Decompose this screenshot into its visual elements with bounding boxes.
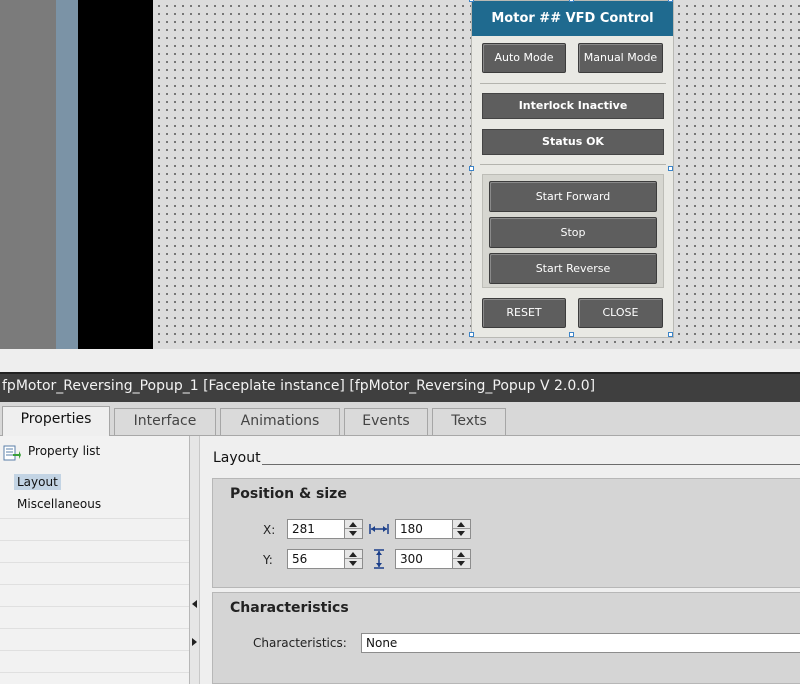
layout-heading: Layout: [213, 450, 261, 466]
x-stepper-buttons[interactable]: [344, 520, 362, 538]
hmi-canvas[interactable]: Motor ## VFD Control Auto Mode Manual Mo…: [0, 0, 800, 349]
selection-handle-bottom-left[interactable]: [469, 332, 474, 337]
layout-heading-rule: [262, 464, 800, 465]
canvas-left-gray-strip: [0, 0, 56, 349]
selection-handle-top[interactable]: [569, 0, 574, 2]
interlock-status-bar: Interlock Inactive: [482, 93, 664, 119]
selection-handle-bottom[interactable]: [569, 332, 574, 337]
height-decrement-button[interactable]: [453, 559, 470, 568]
arrow-up-icon: [349, 522, 357, 527]
inspector-tab-row: Properties Interface Animations Events T…: [0, 402, 800, 436]
nav-row-line: [0, 650, 189, 651]
x-increment-button[interactable]: [345, 520, 362, 529]
property-list-icon: [3, 445, 21, 461]
canvas-left-black-panel: [78, 0, 153, 349]
faceplate-divider: [480, 164, 666, 165]
width-input[interactable]: [396, 520, 452, 538]
reset-button[interactable]: RESET: [482, 298, 566, 328]
collapse-left-arrow-icon[interactable]: [192, 600, 197, 608]
tab-interface[interactable]: Interface: [114, 408, 216, 435]
canvas-left-blue-strip: [56, 0, 78, 349]
auto-mode-button[interactable]: Auto Mode: [482, 43, 566, 73]
status-bar: Status OK: [482, 129, 664, 155]
property-navigation-pane: Property list Layout Miscellaneous: [0, 436, 190, 684]
canvas-bottom-margin: [0, 349, 800, 372]
selection-handle-top-right[interactable]: [668, 0, 673, 2]
nav-row-line: [0, 540, 189, 541]
arrow-up-icon: [349, 552, 357, 557]
tab-texts[interactable]: Texts: [432, 408, 506, 435]
characteristics-field[interactable]: None: [361, 633, 800, 653]
expand-right-arrow-icon[interactable]: [192, 638, 197, 646]
width-decrement-button[interactable]: [453, 529, 470, 538]
nav-item-miscellaneous[interactable]: Miscellaneous: [14, 496, 104, 512]
nav-row-line: [0, 606, 189, 607]
height-arrows-icon: [374, 549, 384, 569]
y-input[interactable]: [288, 550, 344, 568]
x-input[interactable]: [288, 520, 344, 538]
inspector-title: fpMotor_Reversing_Popup_1 [Faceplate ins…: [2, 378, 596, 394]
arrow-down-icon: [349, 531, 357, 536]
tab-events[interactable]: Events: [344, 408, 428, 435]
nav-item-layout[interactable]: Layout: [14, 474, 61, 490]
x-label: X:: [263, 523, 276, 537]
nav-row-line: [0, 628, 189, 629]
manual-mode-button[interactable]: Manual Mode: [578, 43, 663, 73]
nav-row-line: [0, 518, 189, 519]
height-stepper[interactable]: [395, 549, 471, 569]
inspector-title-bar: fpMotor_Reversing_Popup_1 [Faceplate ins…: [0, 372, 800, 402]
arrow-down-icon: [457, 531, 465, 536]
property-list-label[interactable]: Property list: [28, 444, 100, 458]
position-size-title: Position & size: [230, 486, 347, 502]
characteristics-title: Characteristics: [230, 600, 349, 616]
arrow-up-icon: [457, 552, 465, 557]
height-stepper-buttons[interactable]: [452, 550, 470, 568]
y-stepper[interactable]: [287, 549, 363, 569]
arrow-up-icon: [457, 522, 465, 527]
motor-control-group: Start Forward Stop Start Reverse: [482, 174, 664, 288]
stop-button[interactable]: Stop: [489, 217, 657, 248]
start-reverse-button[interactable]: Start Reverse: [489, 253, 657, 284]
nav-row-line: [0, 562, 189, 563]
width-arrows-icon: [369, 524, 389, 534]
x-decrement-button[interactable]: [345, 529, 362, 538]
arrow-down-icon: [349, 561, 357, 566]
width-stepper-buttons[interactable]: [452, 520, 470, 538]
tab-properties[interactable]: Properties: [2, 406, 110, 436]
faceplate-title: Motor ## VFD Control: [472, 1, 673, 36]
faceplate-divider: [480, 83, 666, 84]
pane-splitter[interactable]: [190, 436, 200, 684]
height-increment-button[interactable]: [453, 550, 470, 559]
selection-handle-bottom-right[interactable]: [668, 332, 673, 337]
y-label: Y:: [263, 553, 273, 567]
faceplate-popup[interactable]: Motor ## VFD Control Auto Mode Manual Mo…: [471, 0, 674, 338]
y-increment-button[interactable]: [345, 550, 362, 559]
arrow-down-icon: [457, 561, 465, 566]
selection-handle-top-left[interactable]: [469, 0, 474, 2]
y-stepper-buttons[interactable]: [344, 550, 362, 568]
characteristics-label: Characteristics:: [253, 636, 347, 650]
close-button[interactable]: CLOSE: [578, 298, 663, 328]
position-size-section: Position & size X: Y:: [212, 478, 800, 588]
width-stepper[interactable]: [395, 519, 471, 539]
tab-animations[interactable]: Animations: [220, 408, 340, 435]
height-input[interactable]: [396, 550, 452, 568]
selection-handle-right[interactable]: [668, 166, 673, 171]
property-detail-pane: Layout Position & size X: Y:: [200, 436, 800, 684]
nav-row-line: [0, 584, 189, 585]
start-forward-button[interactable]: Start Forward: [489, 181, 657, 212]
y-decrement-button[interactable]: [345, 559, 362, 568]
width-increment-button[interactable]: [453, 520, 470, 529]
x-stepper[interactable]: [287, 519, 363, 539]
characteristics-section: Characteristics Characteristics: None: [212, 592, 800, 684]
selection-handle-left[interactable]: [469, 166, 474, 171]
nav-row-line: [0, 672, 189, 673]
